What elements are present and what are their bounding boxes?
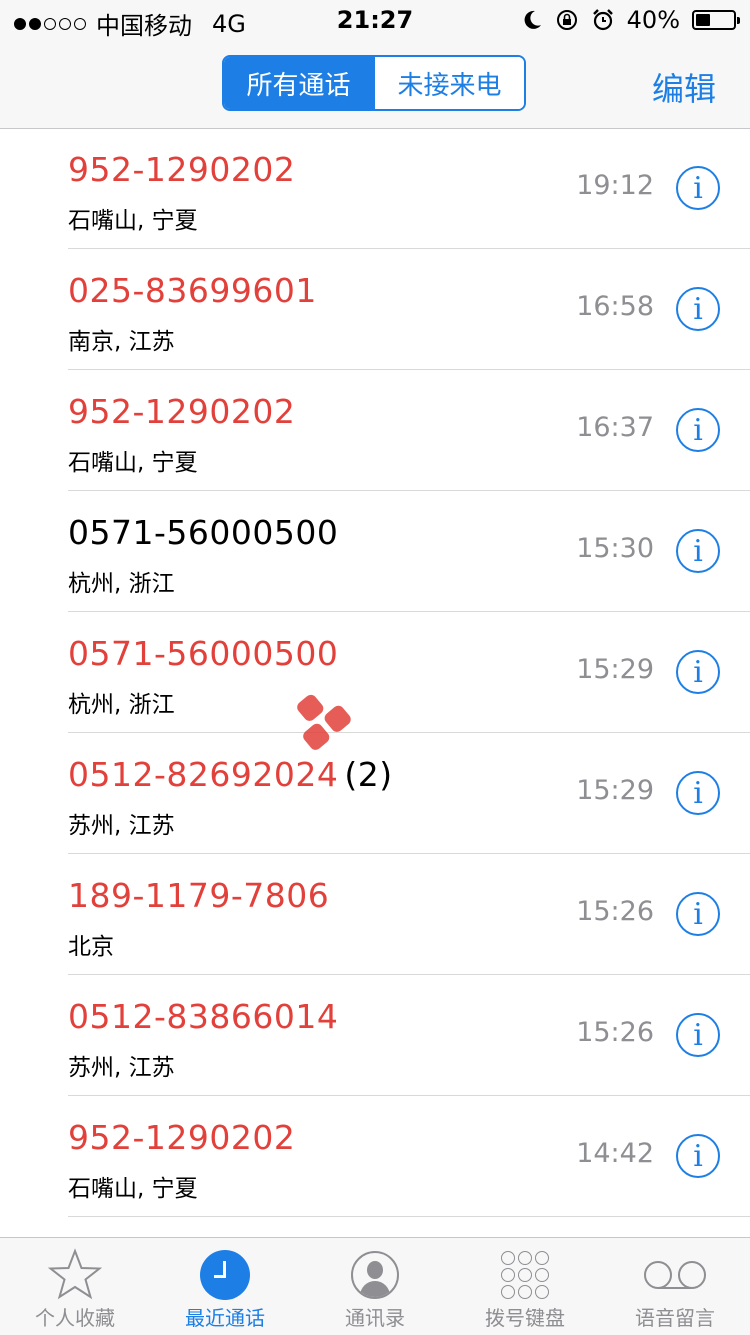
contacts-icon <box>348 1248 402 1302</box>
tab-voicemail[interactable]: 语音留言 <box>600 1238 750 1335</box>
call-location: 石嘴山, 宁夏 <box>68 1176 198 1202</box>
info-icon[interactable]: i <box>676 650 720 694</box>
alarm-icon <box>592 9 613 31</box>
call-row[interactable]: 952-1290202 石嘴山, 宁夏 19:12 i <box>0 128 750 249</box>
call-time: 15:30 <box>576 533 654 564</box>
call-row[interactable]: 189-1179-7806 北京 15:26 i <box>0 854 750 975</box>
call-row[interactable]: 0512-82692024 (2) 苏州, 江苏 15:29 i <box>0 733 750 854</box>
call-row[interactable]: 952-1290202 石嘴山, 宁夏 16:37 i <box>0 370 750 491</box>
tab-contacts[interactable]: 通讯录 <box>300 1238 450 1335</box>
segment-all-calls[interactable]: 所有通话 <box>224 57 373 109</box>
status-bar: 中国移动 4G 21:27 40% <box>0 0 750 40</box>
call-time: 15:29 <box>576 654 654 685</box>
tab-bar: 个人收藏 最近通话 通讯录 拨号键盘 语音留言 <box>0 1237 750 1335</box>
phone-number: 189-1179-7806 <box>68 876 330 915</box>
calls-filter-segmented-control: 所有通话 未接来电 <box>222 55 526 111</box>
phone-number: 952-1290202 <box>68 392 296 431</box>
info-icon[interactable]: i <box>676 1134 720 1178</box>
info-icon[interactable]: i <box>676 892 720 936</box>
call-time: 19:12 <box>576 170 654 201</box>
call-number: 0571-56000500 <box>68 513 338 552</box>
tab-recents[interactable]: 最近通话 <box>150 1238 300 1335</box>
call-row[interactable]: 952-1290202 石嘴山, 宁夏 14:42 i <box>0 1096 750 1217</box>
call-location: 苏州, 江苏 <box>68 1055 175 1081</box>
star-icon <box>48 1248 102 1300</box>
phone-number: 0512-83866014 <box>68 997 339 1036</box>
tab-label: 最近通话 <box>185 1306 265 1330</box>
clock-icon <box>198 1248 252 1302</box>
voicemail-icon <box>644 1248 706 1302</box>
call-count: (2) <box>344 755 393 794</box>
call-time: 15:26 <box>576 1017 654 1048</box>
rotation-lock-icon <box>556 10 577 30</box>
call-number: 025-83699601 <box>68 271 317 310</box>
call-number: 952-1290202 <box>68 1118 295 1157</box>
call-time: 15:26 <box>576 896 654 927</box>
edit-button[interactable]: 编辑 <box>652 64 716 110</box>
call-row[interactable]: 0512-83866014 苏州, 江苏 15:26 i <box>0 975 750 1096</box>
navigation-bar: 所有通话 未接来电 编辑 <box>0 40 750 129</box>
tab-label: 语音留言 <box>635 1306 715 1330</box>
call-row[interactable]: 025-83699601 南京, 江苏 16:58 i <box>0 249 750 370</box>
tab-favorites[interactable]: 个人收藏 <box>0 1238 150 1335</box>
tab-label: 拨号键盘 <box>485 1306 565 1330</box>
battery-percent: 40% <box>626 6 680 34</box>
info-icon[interactable]: i <box>676 771 720 815</box>
call-number: 952-1290202 <box>68 150 295 189</box>
phone-number: 0512-82692024 <box>68 755 339 794</box>
call-time: 16:37 <box>576 412 654 443</box>
info-icon[interactable]: i <box>676 408 720 452</box>
call-location: 杭州, 浙江 <box>68 692 175 718</box>
phone-number: 025-83699601 <box>68 271 317 310</box>
segment-missed-calls[interactable]: 未接来电 <box>373 57 524 109</box>
info-icon[interactable]: i <box>676 166 720 210</box>
call-location: 北京 <box>68 934 114 960</box>
keypad-icon <box>498 1248 552 1302</box>
status-bar-right: 40% <box>521 6 740 34</box>
call-location: 苏州, 江苏 <box>68 813 175 839</box>
call-time: 14:42 <box>576 1138 654 1169</box>
call-number: 0512-83866014 <box>68 997 338 1036</box>
tab-label: 个人收藏 <box>35 1306 115 1330</box>
call-number: 189-1179-7806 <box>68 876 329 915</box>
call-number: 0512-82692024 (2) <box>68 755 393 794</box>
info-icon[interactable]: i <box>676 529 720 573</box>
info-icon[interactable]: i <box>676 287 720 331</box>
call-location: 石嘴山, 宁夏 <box>68 450 198 476</box>
call-time: 16:58 <box>576 291 654 322</box>
call-time: 15:29 <box>576 775 654 806</box>
tab-label: 通讯录 <box>345 1306 405 1330</box>
battery-icon <box>692 10 740 30</box>
call-location: 石嘴山, 宁夏 <box>68 208 198 234</box>
moon-icon <box>524 10 541 29</box>
tab-keypad[interactable]: 拨号键盘 <box>450 1238 600 1335</box>
call-location: 杭州, 浙江 <box>68 571 175 597</box>
phone-number: 952-1290202 <box>68 150 296 189</box>
call-location: 南京, 江苏 <box>68 329 175 355</box>
call-number: 952-1290202 <box>68 392 295 431</box>
phone-number: 0571-56000500 <box>68 513 339 552</box>
phone-number: 952-1290202 <box>68 1118 296 1157</box>
info-icon[interactable]: i <box>676 1013 720 1057</box>
